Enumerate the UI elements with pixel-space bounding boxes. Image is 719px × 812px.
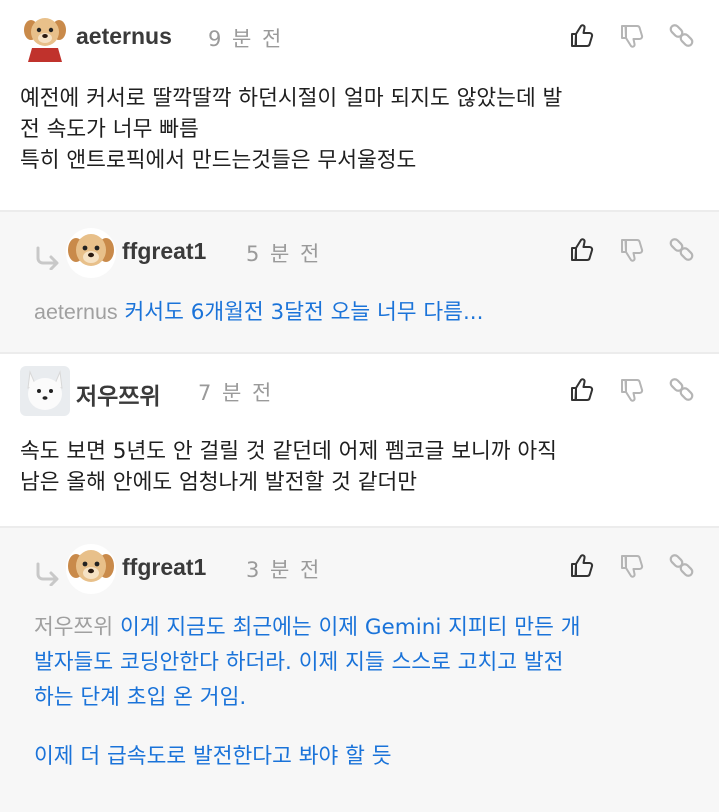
puppy-avatar-icon [66, 544, 116, 594]
avatar[interactable] [20, 366, 70, 416]
mention-username[interactable]: 저우쯔위 [34, 615, 113, 639]
puppy-avatar-icon [20, 12, 70, 62]
comment-text: 예전에 커서로 딸깍딸깍 하던시절이 얼마 되지도 않았는데 발 전 속도가 너… [20, 86, 563, 173]
reply-actions [566, 236, 719, 276]
thumbs-down-icon[interactable] [618, 236, 646, 264]
reply-message-line: 발자들도 코딩안한다 하더라. 이제 지들 스스로 고치고 발전 [34, 650, 564, 675]
thumbs-down-icon[interactable] [618, 22, 646, 50]
comment-time: 7 분 전 [198, 381, 274, 405]
avatar[interactable] [66, 544, 116, 594]
thumbs-up-icon[interactable] [568, 376, 596, 404]
reply-message-line: 이게 지금도 최근에는 이제 Gemini 지피티 만든 개 [119, 615, 581, 640]
mention-username[interactable]: aeternus [34, 300, 118, 324]
reply-author[interactable]: ffgreat1 [122, 554, 206, 581]
reply-time: 3 분 전 [246, 558, 322, 582]
comment-author[interactable]: aeternus [76, 23, 172, 50]
thumbs-up-icon[interactable] [568, 552, 596, 580]
comment-author[interactable]: 저우쯔위 [76, 377, 161, 411]
link-icon[interactable] [668, 22, 696, 50]
link-icon[interactable] [668, 236, 696, 264]
reply-author[interactable]: ffgreat1 [122, 238, 206, 265]
thumbs-up-icon[interactable] [568, 236, 596, 264]
reply-arrow-icon [34, 246, 62, 270]
white-fox-avatar-icon [20, 366, 70, 416]
comment-actions [566, 22, 719, 62]
comment-text: 속도 보면 5년도 안 걸릴 것 같던데 어제 펨코글 보니까 아직 남은 올해… [20, 439, 557, 495]
thumbs-up-icon[interactable] [568, 22, 596, 50]
reply-2: ffgreat1 3 분 전 저우쯔위 이게 지금도 최근에는 이제 Gemin… [0, 528, 719, 812]
comment-time: 9 분 전 [208, 27, 284, 51]
reply-arrow-icon [34, 562, 62, 586]
reply-1: ffgreat1 5 분 전 aeternus 커서도 6개월전 3달전 오늘 … [0, 212, 719, 352]
reply-message-line: 이제 더 급속도로 발전한다고 봐야 할 듯 [34, 744, 392, 769]
avatar[interactable] [20, 12, 70, 62]
link-icon[interactable] [668, 552, 696, 580]
reply-text: 저우쯔위 이게 지금도 최근에는 이제 Gemini 지피티 만든 개 발자들도… [34, 610, 709, 774]
reply-actions [566, 552, 719, 592]
thumbs-down-icon[interactable] [618, 376, 646, 404]
comment-actions [566, 376, 719, 416]
comment-1: aeternus 9 분 전 예전에 커서로 딸깍딸깍 하던시절이 얼마 되지도… [0, 0, 719, 210]
reply-time: 5 분 전 [246, 242, 322, 266]
avatar[interactable] [66, 228, 116, 278]
link-icon[interactable] [668, 376, 696, 404]
reply-message: 커서도 6개월전 3달전 오늘 너무 다름... [124, 300, 484, 325]
thumbs-down-icon[interactable] [618, 552, 646, 580]
reply-message-line: 하는 단계 초입 온 거임. [34, 685, 247, 710]
reply-text: aeternus 커서도 6개월전 3달전 오늘 너무 다름... [34, 295, 704, 330]
comment-2: 저우쯔위 7 분 전 속도 보면 5년도 안 걸릴 것 같던데 어제 펨코글 보… [0, 354, 719, 526]
puppy-avatar-icon [66, 228, 116, 278]
